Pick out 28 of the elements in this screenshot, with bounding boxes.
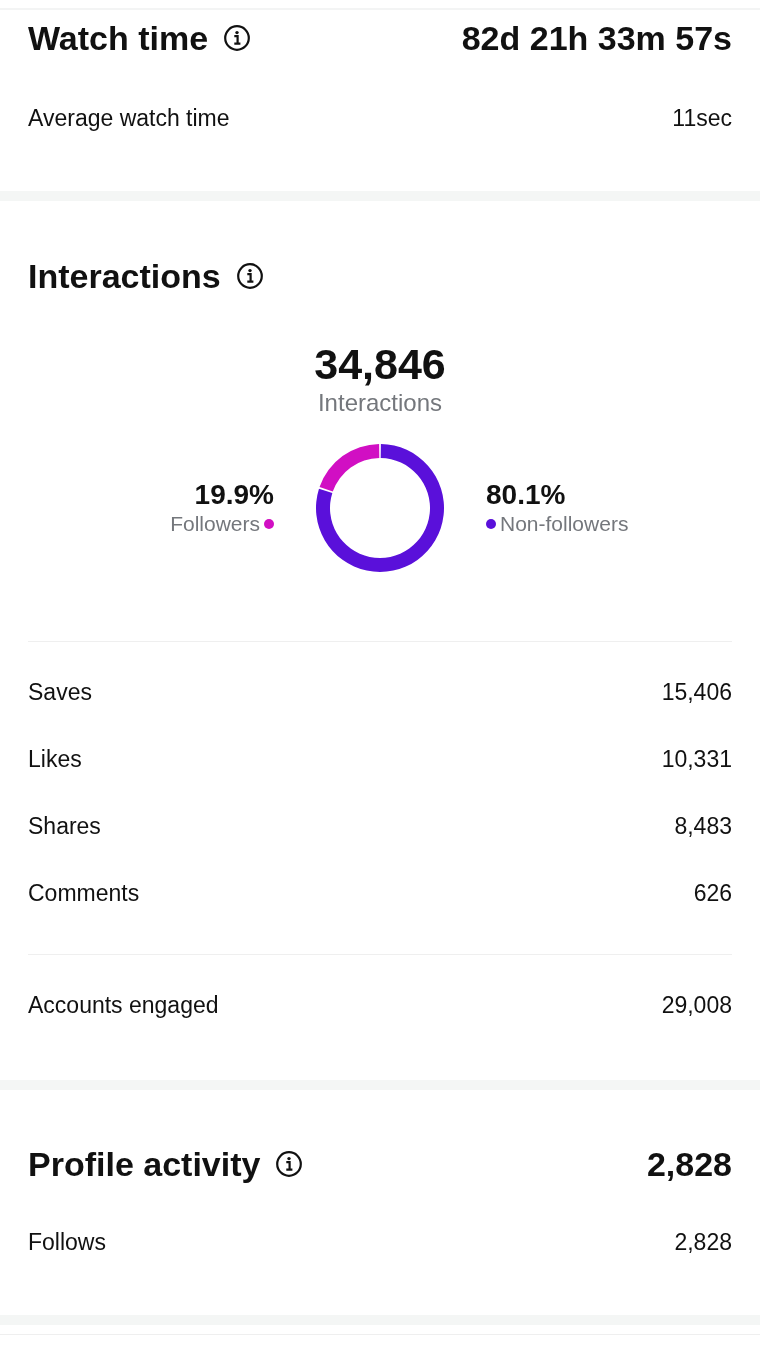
section-title: Profile activity: [28, 1144, 261, 1184]
section-title: Interactions: [28, 256, 221, 296]
metric-label: Comments: [28, 878, 140, 908]
metric-label: Shares: [28, 811, 101, 841]
interactions-caption: Interactions: [317, 389, 443, 417]
metric-label: Likes: [28, 744, 82, 774]
metric-label: Saves: [28, 677, 92, 707]
legend-label: Followers: [170, 511, 260, 537]
section-total: 82d 21h 33m 57s: [461, 18, 732, 58]
info-icon[interactable]: [224, 25, 251, 51]
metric-value: 626: [693, 878, 732, 908]
percent-value: 19.9%: [194, 479, 274, 511]
legend-label: Non-followers: [500, 511, 629, 537]
metric-value: 8,483: [674, 811, 732, 841]
percent-value: 80.1%: [486, 479, 566, 511]
metric-value: 15,406: [661, 677, 732, 707]
section-title: Watch time: [28, 18, 209, 58]
metric-value: 11sec: [672, 103, 732, 133]
metric-value: 2,828: [674, 1227, 732, 1257]
metric-value: 10,331: [661, 744, 732, 774]
info-icon[interactable]: [236, 263, 263, 289]
metric-label: Average watch time: [28, 103, 230, 133]
info-icon[interactable]: [276, 1151, 303, 1177]
metric-label: Accounts engaged: [28, 990, 219, 1020]
metric-value: 29,008: [661, 990, 732, 1020]
section-total: 2,828: [646, 1144, 732, 1184]
interactions-total: 34,846: [314, 341, 446, 387]
metric-label: Follows: [28, 1227, 106, 1257]
